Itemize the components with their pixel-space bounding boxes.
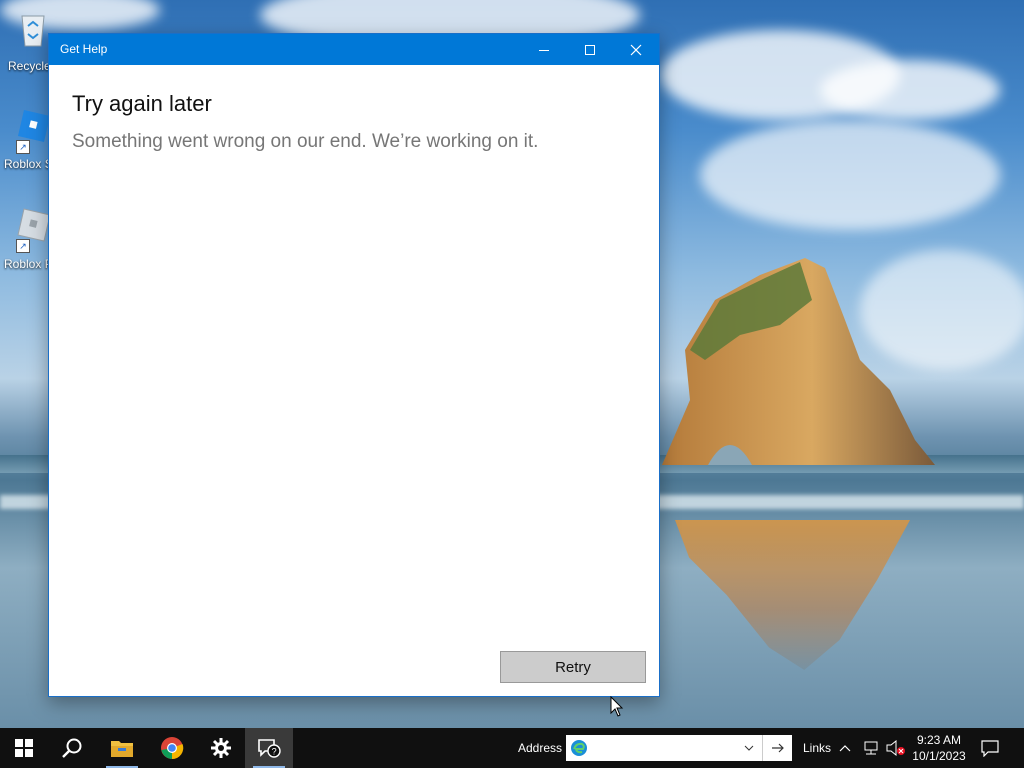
notification-icon xyxy=(981,740,999,758)
shortcut-arrow-icon: ↗ xyxy=(16,140,30,154)
retry-button[interactable]: Retry xyxy=(500,651,646,683)
show-hidden-icons-button[interactable] xyxy=(839,740,851,756)
folder-icon xyxy=(111,741,133,757)
desktop-icon-recycle-bin[interactable]: Recycle xyxy=(2,8,51,78)
svg-text:?: ? xyxy=(272,747,277,757)
desktop-icon-roblox-player[interactable]: ↗ Roblox P xyxy=(2,205,53,275)
edge-icon xyxy=(571,740,587,756)
desktop-icon-label: Roblox P xyxy=(4,257,53,271)
network-tray-button[interactable] xyxy=(862,740,880,756)
desktop-icon-label: Recycle xyxy=(8,59,51,73)
close-button[interactable] xyxy=(613,34,659,65)
chrome-icon xyxy=(161,737,184,760)
windows-logo-icon xyxy=(15,739,33,757)
chevron-down-icon xyxy=(744,745,754,751)
recycle-bin-icon xyxy=(21,15,45,47)
error-message: Something went wrong on our end. We’re w… xyxy=(72,131,539,152)
action-center-button[interactable] xyxy=(980,739,1000,762)
close-icon xyxy=(630,44,642,55)
desktop-icon-label: Roblox S xyxy=(4,157,53,171)
clock[interactable]: 9:23 AM 10/1/2023 xyxy=(910,732,968,764)
search-button[interactable] xyxy=(48,728,96,768)
minimize-icon xyxy=(539,49,549,51)
help-chat-icon: ? xyxy=(258,739,281,758)
window-titlebar[interactable]: Get Help xyxy=(49,34,659,65)
address-input[interactable] xyxy=(592,738,746,758)
taskbar-chrome[interactable] xyxy=(148,728,196,768)
taskbar-settings[interactable] xyxy=(197,728,245,768)
start-button[interactable] xyxy=(0,728,48,768)
mouse-cursor-icon xyxy=(610,696,624,717)
minimize-button[interactable] xyxy=(521,34,567,65)
address-go-button[interactable] xyxy=(762,735,793,761)
clock-date: 10/1/2023 xyxy=(912,749,966,763)
taskbar: ? Address Links 9:23 AM 10/1/2023 xyxy=(0,728,1024,768)
volume-muted-icon xyxy=(886,740,905,756)
volume-tray-button[interactable] xyxy=(886,740,906,756)
shortcut-arrow-icon: ↗ xyxy=(16,239,30,253)
maximize-icon xyxy=(585,44,595,55)
address-toolbar-label: Address xyxy=(518,741,563,755)
address-dropdown-button[interactable] xyxy=(738,735,760,761)
search-icon xyxy=(62,738,82,758)
desktop-icon-roblox-studio[interactable]: ↗ Roblox S xyxy=(2,106,53,176)
gear-icon xyxy=(211,738,231,758)
error-heading: Try again later xyxy=(72,91,212,116)
get-help-window: Get Help Try again later Something went … xyxy=(48,33,660,717)
chevron-up-icon xyxy=(839,745,851,752)
taskbar-file-explorer[interactable] xyxy=(98,728,146,768)
window-content: Try again later Something went wrong on … xyxy=(49,65,659,717)
links-toolbar[interactable]: Links xyxy=(803,741,831,755)
clock-time: 9:23 AM xyxy=(916,733,962,747)
maximize-button[interactable] xyxy=(567,34,613,65)
network-icon xyxy=(864,741,878,755)
arrow-right-icon xyxy=(772,743,784,753)
window-title: Get Help xyxy=(60,42,108,56)
address-toolbar[interactable] xyxy=(566,735,792,761)
taskbar-get-help[interactable]: ? xyxy=(245,728,293,768)
